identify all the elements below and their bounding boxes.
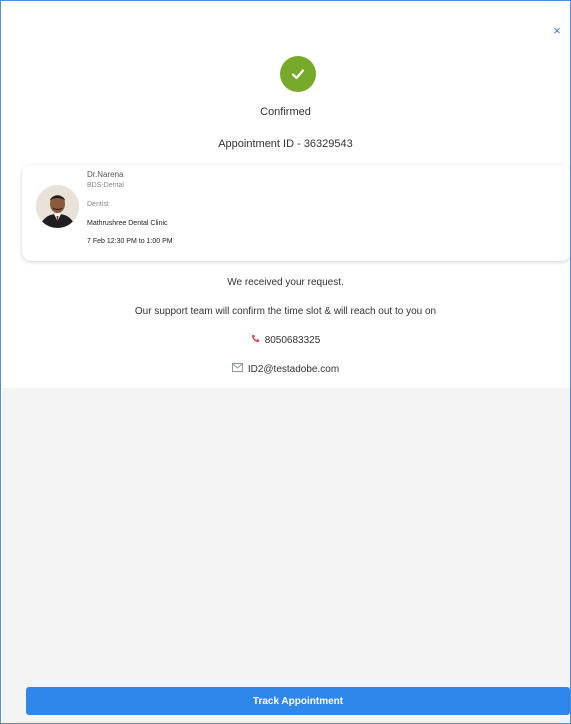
followup-message: Our support team will confirm the time s… bbox=[134, 306, 437, 317]
phone-row: 8050683325 bbox=[1, 334, 570, 346]
doctor-degree: BDS-Dental bbox=[87, 182, 124, 189]
phone-number[interactable]: 8050683325 bbox=[265, 335, 321, 346]
received-message: We received your request. bbox=[227, 277, 344, 288]
track-appointment-button[interactable]: Track Appointment bbox=[26, 687, 570, 715]
doctor-name: Dr.Narena bbox=[87, 170, 124, 179]
close-icon[interactable]: × bbox=[551, 24, 563, 37]
check-icon bbox=[280, 56, 316, 92]
empty-content-area bbox=[2, 388, 570, 723]
phone-icon bbox=[251, 334, 260, 346]
appointment-id: Appointment ID - 36329543 bbox=[218, 138, 353, 150]
doctor-specialty: Dentist bbox=[87, 201, 109, 208]
mail-icon bbox=[231, 363, 243, 375]
status-label: Confirmed bbox=[260, 106, 311, 118]
appointment-slot: 7 Feb 12:30 PM to 1:00 PM bbox=[87, 238, 173, 245]
confirmation-modal: × Confirmed Appointment ID - 36329543 Dr… bbox=[0, 0, 571, 724]
doctor-card: Dr.Narena BDS-Dental Dentist Mathrushree… bbox=[22, 165, 570, 261]
email-row: ID2@testadobe.com bbox=[1, 363, 570, 375]
email-address[interactable]: ID2@testadobe.com bbox=[248, 364, 339, 375]
clinic-name: Mathrushree Dental Clinic bbox=[87, 220, 168, 227]
avatar bbox=[36, 185, 79, 228]
